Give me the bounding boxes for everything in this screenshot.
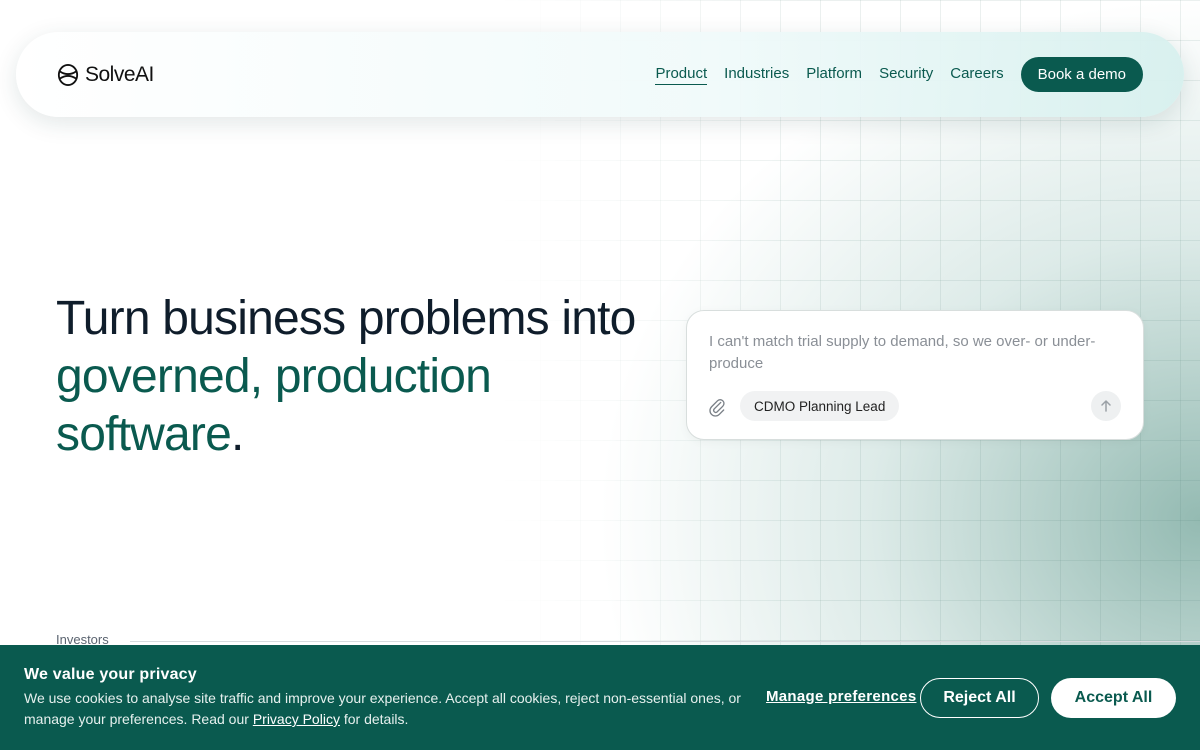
chat-prompt-box: I can't match trial supply to demand, so… xyxy=(686,310,1144,440)
cookie-banner: We value your privacy We use cookies to … xyxy=(0,645,1200,750)
cookie-body: We use cookies to analyse site traffic a… xyxy=(24,688,744,730)
cookie-body-end: for details. xyxy=(339,711,409,727)
role-tag[interactable]: CDMO Planning Lead xyxy=(740,391,900,421)
investors-divider xyxy=(130,641,1200,642)
hero-headline: Turn business problems into governed, pr… xyxy=(56,290,676,464)
privacy-policy-link[interactable]: Privacy Policy xyxy=(253,711,340,727)
hero-line-3: software xyxy=(56,408,232,461)
accept-all-button[interactable]: Accept All xyxy=(1051,678,1176,718)
top-navbar: SolveAI Product Industries Platform Secu… xyxy=(16,32,1184,117)
chat-prompt-input[interactable]: I can't match trial supply to demand, so… xyxy=(709,331,1109,375)
send-button[interactable] xyxy=(1091,391,1121,421)
manage-preferences-link[interactable]: Manage preferences xyxy=(766,688,916,705)
cookie-title: We value your privacy xyxy=(24,666,197,683)
arrow-up-icon xyxy=(1101,400,1111,412)
nav-link-industries[interactable]: Industries xyxy=(724,65,789,84)
nav-link-product[interactable]: Product xyxy=(655,65,708,85)
brand-name: SolveAI xyxy=(85,62,154,86)
reject-all-button[interactable]: Reject All xyxy=(920,678,1039,718)
nav-links: Product Industries Platform Security Car… xyxy=(655,57,1143,92)
brand-logo[interactable]: SolveAI xyxy=(57,63,154,87)
hero-period: . xyxy=(231,408,244,461)
book-demo-button[interactable]: Book a demo xyxy=(1020,57,1143,92)
nav-link-careers[interactable]: Careers xyxy=(950,65,1003,84)
nav-link-security[interactable]: Security xyxy=(879,65,933,84)
solveai-logo-icon xyxy=(57,63,79,86)
hero-line-2: governed, production xyxy=(56,350,492,403)
hero-line-1: Turn business problems into xyxy=(56,292,636,345)
paperclip-icon[interactable] xyxy=(707,397,727,417)
nav-link-platform[interactable]: Platform xyxy=(806,65,862,84)
